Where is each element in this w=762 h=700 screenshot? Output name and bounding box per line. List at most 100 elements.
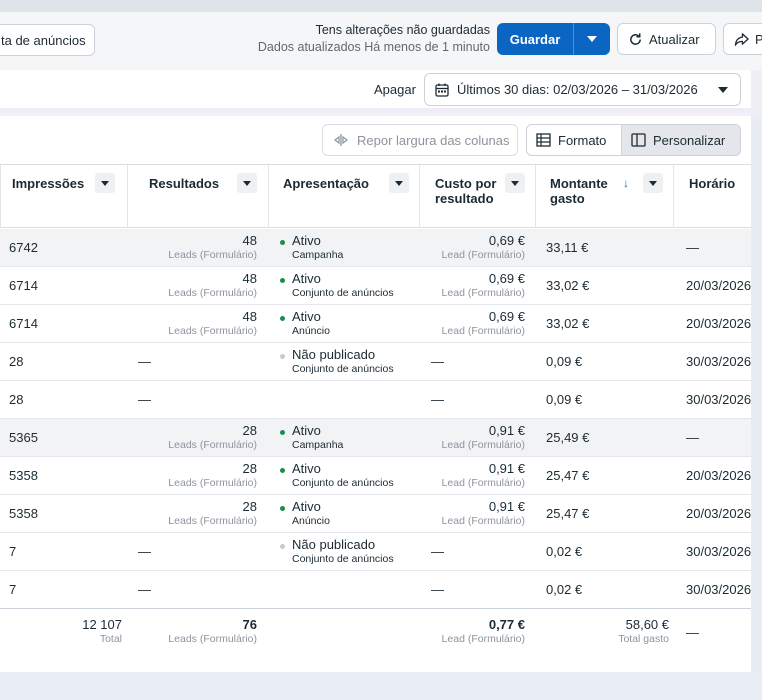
results-type: Leads (Formulário): [168, 477, 257, 489]
cell-delivery: Ativo Campanha: [292, 423, 343, 452]
unsaved-status: Tens alterações não guardadas Dados atua…: [258, 22, 490, 56]
table-row[interactable]: 6742 48 Leads (Formulário) Ativo Campanha 0,6…: [0, 229, 751, 267]
share-icon: [734, 32, 749, 46]
vertical-scrollbar[interactable]: [751, 116, 762, 672]
column-header-schedule[interactable]: Horário: [689, 165, 735, 228]
cell-results: 28 Leads (Formulário): [168, 499, 257, 528]
cost-type: Lead (Formulário): [441, 439, 525, 451]
cell-results: —: [138, 354, 151, 369]
cost-header-line2: resultado: [435, 191, 494, 206]
save-options-button[interactable]: [574, 23, 610, 55]
cell-impressions: 5365: [9, 430, 38, 445]
cost-header-line1: Custo por: [435, 176, 497, 191]
data-updated-message: Dados atualizados Há menos de 1 minuto: [257, 40, 490, 54]
table-row[interactable]: 6714 48 Leads (Formulário) Ativo Anúncio 0,69…: [0, 305, 751, 343]
row-background: [0, 305, 751, 342]
column-header-amount-spent[interactable]: Montante gasto: [550, 165, 608, 228]
format-button[interactable]: Formato: [527, 125, 622, 155]
share-button[interactable]: P: [723, 23, 762, 55]
spent-menu-button[interactable]: [643, 173, 663, 193]
top-strip: [0, 0, 762, 12]
total-cost: 0,77 € Lead (Formulário): [442, 617, 525, 646]
results-value: 28: [242, 461, 257, 476]
total-impressions: 12 107 Total: [82, 617, 122, 646]
sort-descending-icon[interactable]: ↓: [623, 176, 629, 190]
date-range-picker[interactable]: Últimos 30 dias: 02/03/2026 – 31/03/2026: [424, 73, 741, 106]
column-separator[interactable]: [268, 165, 269, 228]
table-row[interactable]: 5358 28 Leads (Formulário) Ativo Anúncio 0,91…: [0, 495, 751, 533]
cell-cost-per-result: 0,91 € Lead (Formulário): [442, 499, 525, 528]
delivery-level: Conjunto de anúncios: [292, 477, 394, 489]
cell-impressions: 5358: [9, 506, 38, 521]
table-row[interactable]: 7 — — 0,02 € 30/03/2026: [0, 571, 751, 609]
cost-type: Lead (Formulário): [441, 249, 525, 261]
delivery-level: Anúncio: [292, 325, 330, 337]
results-menu-button[interactable]: [237, 173, 257, 193]
results-type: Leads (Formulário): [168, 439, 257, 451]
total-cost-value: 0,77 €: [488, 617, 525, 632]
results-type: Leads (Formulário): [168, 515, 257, 527]
cell-amount-spent: 25,47 €: [546, 468, 590, 483]
customize-button[interactable]: Personalizar: [622, 125, 740, 155]
spent-header-line1: Montante: [550, 176, 608, 191]
table-row[interactable]: 5365 28 Leads (Formulário) Ativo Campanha 0,9…: [0, 419, 751, 457]
table-row[interactable]: 28 — — 0,09 € 30/03/2026: [0, 381, 751, 419]
cell-results: 28 Leads (Formulário): [168, 423, 257, 452]
cell-delivery: Ativo Anúncio: [292, 499, 330, 528]
total-cost-label: Lead (Formulário): [441, 633, 525, 645]
status-dot-icon: [280, 468, 285, 473]
cost-menu-button[interactable]: [505, 173, 525, 193]
column-separator[interactable]: [535, 165, 536, 228]
total-impressions-value: 12 107: [82, 617, 122, 632]
cell-results: 48 Leads (Formulário): [168, 271, 257, 300]
cell-cost-per-result: 0,69 € Lead (Formulário): [442, 271, 525, 300]
cell-impressions: 7: [9, 544, 17, 559]
impressions-menu-button[interactable]: [95, 173, 115, 193]
reset-column-width-label: Repor largura das colunas: [357, 132, 510, 148]
cell-schedule: —: [686, 430, 699, 445]
delivery-menu-button[interactable]: [389, 173, 409, 193]
table-row[interactable]: 6714 48 Leads (Formulário) Ativo Conjunto de…: [0, 267, 751, 305]
delivery-level: Conjunto de anúncios: [292, 553, 394, 565]
reset-column-width-button[interactable]: Repor largura das colunas: [322, 124, 518, 156]
delivery-status: Ativo: [292, 233, 321, 248]
date-range-label: Últimos 30 dias: 02/03/2026 – 31/03/2026: [457, 82, 698, 97]
status-dot-icon: [280, 544, 285, 549]
results-value: 28: [242, 499, 257, 514]
column-header-results[interactable]: Resultados: [149, 165, 219, 228]
column-header-delivery[interactable]: Apresentação: [283, 165, 369, 228]
cell-cost-per-result: 0,91 € Lead (Formulário): [442, 461, 525, 490]
cell-cost-per-result: —: [431, 392, 444, 407]
table-row[interactable]: 7 — Não publicado Conjunto de anúncios — 0,02…: [0, 533, 751, 571]
table-header: Impressões Resultados Apresentação Custo…: [0, 164, 751, 228]
cell-schedule: —: [686, 240, 699, 255]
cell-cost-per-result: 0,69 € Lead (Formulário): [442, 309, 525, 338]
refresh-icon: [630, 32, 641, 45]
ad-list-button[interactable]: ta de anúncios: [0, 24, 95, 56]
table-row[interactable]: 5358 28 Leads (Formulário) Ativo Conjunto de…: [0, 457, 751, 495]
row-background: [0, 381, 751, 418]
column-separator[interactable]: [419, 165, 420, 228]
cell-cost-per-result: 0,91 € Lead (Formulário): [442, 423, 525, 452]
column-separator[interactable]: [127, 165, 128, 228]
cost-value: 0,69 €: [488, 233, 525, 248]
status-dot-icon: [280, 506, 285, 511]
cost-type: Lead (Formulário): [441, 325, 525, 337]
cost-value: 0,91 €: [488, 461, 525, 476]
delivery-status: Não publicado: [292, 537, 376, 552]
total-spent-value: 58,60 €: [625, 617, 669, 632]
table-row[interactable]: 28 — Não publicado Conjunto de anúncios — 0,0…: [0, 343, 751, 381]
total-spent: 58,60 € Total gasto: [618, 617, 669, 646]
chevron-down-icon: [718, 87, 728, 93]
apagar-link[interactable]: Apagar: [374, 82, 416, 97]
column-header-impressions[interactable]: Impressões: [12, 165, 84, 228]
cell-delivery: Ativo Campanha: [292, 233, 343, 262]
share-label: P: [755, 31, 762, 47]
cost-value: 0,91 €: [488, 499, 525, 514]
refresh-button[interactable]: Atualizar: [617, 23, 716, 55]
column-separator[interactable]: [673, 165, 674, 228]
cell-delivery: Ativo Conjunto de anúncios: [292, 271, 394, 300]
column-header-cost-per-result[interactable]: Custo por resultado: [435, 165, 496, 228]
delivery-level: Campanha: [292, 439, 344, 451]
save-button[interactable]: Guardar: [497, 23, 573, 55]
